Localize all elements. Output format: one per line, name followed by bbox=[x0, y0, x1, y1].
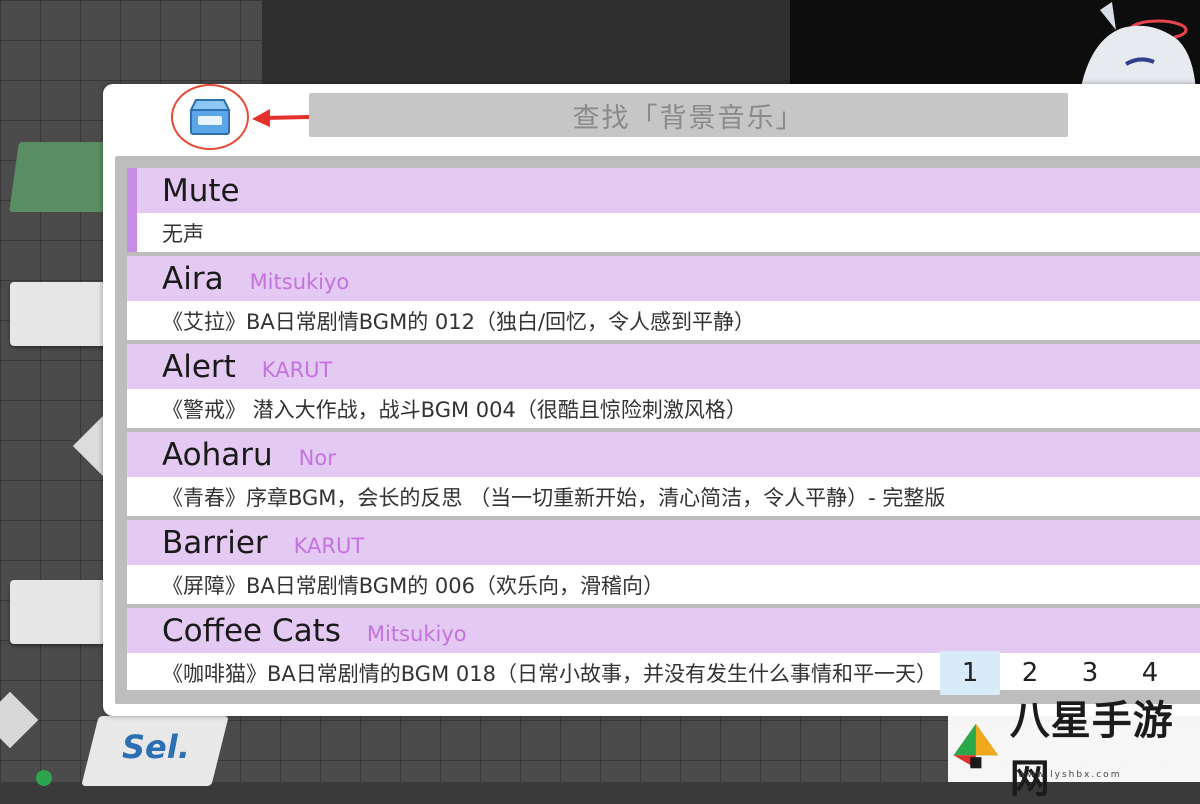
track-description: 无声 bbox=[162, 221, 204, 246]
track-title: Aoharu bbox=[162, 436, 273, 473]
track-description: 《屏障》BA日常剧情BGM的 006（欢乐向，滑稽向） bbox=[162, 573, 664, 598]
track-title: Coffee Cats bbox=[162, 612, 341, 649]
track-artist: KARUT bbox=[261, 357, 333, 382]
background-dot bbox=[36, 770, 52, 786]
search-label: 查找「背景音乐」 bbox=[572, 102, 805, 134]
track-artist: KARUT bbox=[293, 533, 365, 558]
watermark-logo-icon bbox=[953, 723, 999, 769]
mascot-icon bbox=[1080, 2, 1196, 92]
background-card bbox=[10, 282, 110, 346]
background-band bbox=[262, 0, 792, 90]
track-title: Aira bbox=[162, 260, 224, 297]
background-sel-label: Sel. bbox=[122, 728, 190, 766]
track-row-barrier[interactable]: Barrier KARUT 《屏障》BA日常剧情BGM的 006（欢乐向，滑稽向… bbox=[127, 520, 1200, 604]
bgm-folder-button[interactable] bbox=[171, 84, 249, 150]
track-row-alert[interactable]: Alert KARUT 《警戒》 潜入大作战，战斗BGM 004（很酷且惊险刺激… bbox=[127, 344, 1200, 428]
background-card bbox=[10, 580, 110, 644]
track-list: Mute 无声 Aira Mitsukiyo 《艾拉》BA日常剧情BGM的 01… bbox=[127, 168, 1200, 690]
page-button-1[interactable]: 1 bbox=[940, 651, 1000, 695]
track-artist: Nor bbox=[298, 445, 336, 470]
track-artist: Mitsukiyo bbox=[366, 621, 467, 646]
track-description: 《咖啡猫》BA日常剧情的BGM 018（日常小故事，并没有发生什么事情和平一天） bbox=[162, 661, 937, 686]
track-row-aoharu[interactable]: Aoharu Nor 《青春》序章BGM，会长的反思 （当一切重新开始，清心简洁… bbox=[127, 432, 1200, 516]
search-bgm-field[interactable]: 查找「背景音乐」 bbox=[309, 93, 1068, 137]
track-title: Alert bbox=[162, 348, 236, 385]
track-description: 《警戒》 潜入大作战，战斗BGM 004（很酷且惊险刺激风格） bbox=[162, 397, 747, 422]
track-row-aira[interactable]: Aira Mitsukiyo 《艾拉》BA日常剧情BGM的 012（独白/回忆，… bbox=[127, 256, 1200, 340]
track-description: 《青春》序章BGM，会长的反思 （当一切重新开始，清心简洁，令人平静）- 完整版 bbox=[162, 485, 946, 510]
watermark-name: 八星手游网 bbox=[1009, 698, 1174, 802]
box-icon bbox=[189, 99, 231, 135]
watermark-url: www.lyshbx.com bbox=[1018, 770, 1122, 780]
track-title: Mute bbox=[162, 172, 240, 209]
track-artist: Mitsukiyo bbox=[249, 269, 350, 294]
track-row-mute[interactable]: Mute 无声 bbox=[127, 168, 1200, 252]
site-watermark: 八星手游网 www.lyshbx.com bbox=[948, 698, 1200, 802]
track-description: 《艾拉》BA日常剧情BGM的 012（独白/回忆，令人感到平静） bbox=[162, 309, 756, 334]
track-title: Barrier bbox=[162, 524, 268, 561]
